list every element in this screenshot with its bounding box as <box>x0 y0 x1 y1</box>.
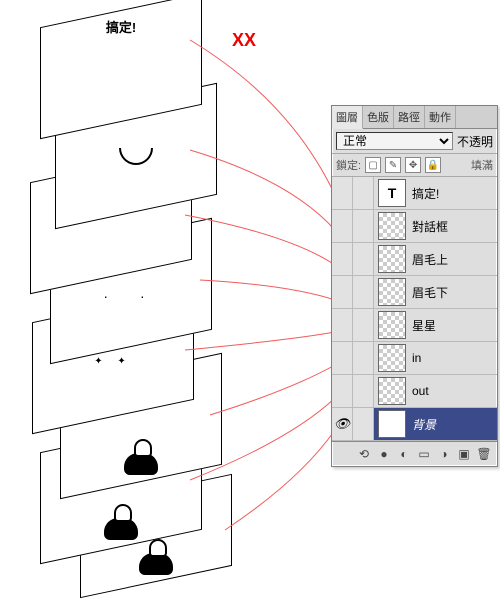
layer-row[interactable]: 星星 <box>332 309 497 342</box>
fx-icon[interactable]: ● <box>375 445 393 463</box>
panel-tabs: 圖層 色版 路徑 動作 <box>332 106 497 129</box>
layer-row[interactable]: in <box>332 342 497 375</box>
opacity-label: 不透明 <box>457 133 493 150</box>
lock-paint-icon[interactable]: ✎ <box>385 157 401 173</box>
blend-mode-select[interactable]: 正常 <box>336 132 453 150</box>
tab-channels[interactable]: 色版 <box>363 106 394 128</box>
link-column[interactable] <box>353 408 374 440</box>
layer-name[interactable]: 星星 <box>410 317 497 334</box>
layer-name[interactable]: 背景 <box>410 416 497 433</box>
layer-name[interactable]: 眉毛上 <box>410 251 497 268</box>
lock-move-icon[interactable]: ✥ <box>405 157 421 173</box>
link-column[interactable] <box>353 309 374 341</box>
visibility-toggle[interactable] <box>332 309 353 341</box>
annotation-xx: XX <box>232 30 256 51</box>
lock-transparency-icon[interactable]: ▢ <box>365 157 381 173</box>
layer-name[interactable]: 眉毛下 <box>410 284 497 301</box>
layer-thumb[interactable] <box>378 377 406 405</box>
layer-thumb[interactable]: T <box>378 179 406 207</box>
tab-layers[interactable]: 圖層 <box>332 106 363 129</box>
new-layer-icon[interactable]: ▣ <box>455 445 473 463</box>
visibility-toggle[interactable]: 👁 <box>332 408 353 440</box>
layer-name[interactable]: 對話框 <box>410 218 497 235</box>
link-column[interactable] <box>353 276 374 308</box>
tab-paths[interactable]: 路徑 <box>394 106 425 128</box>
link-column[interactable] <box>353 375 374 407</box>
layer-list: T搞定! 對話框眉毛上眉毛下星星 in out 👁 背景 <box>332 177 497 441</box>
visibility-toggle[interactable] <box>332 177 353 209</box>
layer-thumb[interactable] <box>378 212 406 240</box>
visibility-toggle[interactable] <box>332 243 353 275</box>
visibility-toggle[interactable] <box>332 375 353 407</box>
trash-icon[interactable]: 🗑 <box>475 445 493 463</box>
folder-icon[interactable]: ▭ <box>415 445 433 463</box>
lock-all-icon[interactable]: 🔒 <box>425 157 441 173</box>
visibility-toggle[interactable] <box>332 210 353 242</box>
layer-row[interactable]: out <box>332 375 497 408</box>
stack-card-text: 搞定! <box>40 0 202 139</box>
mask-icon[interactable]: ◐ <box>395 445 413 463</box>
layer-name[interactable]: in <box>410 351 497 365</box>
adjust-icon[interactable]: ◑ <box>435 445 453 463</box>
visibility-toggle[interactable] <box>332 342 353 374</box>
lock-label: 鎖定: <box>336 157 361 173</box>
layer-thumb[interactable] <box>378 278 406 306</box>
layer-name[interactable]: 搞定! <box>410 185 497 202</box>
layer-thumb[interactable] <box>378 344 406 372</box>
layer-name[interactable]: out <box>410 384 497 398</box>
layer-thumb[interactable] <box>378 410 406 438</box>
link-column[interactable] <box>353 177 374 209</box>
panel-footer: ⟲ ● ◐ ▭ ◑ ▣ 🗑 <box>332 441 497 466</box>
tab-actions[interactable]: 動作 <box>425 106 456 128</box>
layers-panel: 圖層 色版 路徑 動作 正常 不透明 鎖定: ▢ ✎ ✥ 🔒 填滿 T搞定! 對話… <box>331 105 498 467</box>
link-column[interactable] <box>353 243 374 275</box>
link-column[interactable] <box>353 210 374 242</box>
fill-label: 填滿 <box>471 157 493 173</box>
layer-thumb[interactable] <box>378 311 406 339</box>
layer-row[interactable]: 👁 背景 <box>332 408 497 441</box>
layer-row[interactable]: 眉毛上 <box>332 243 497 276</box>
layer-thumb[interactable] <box>378 245 406 273</box>
visibility-toggle[interactable] <box>332 276 353 308</box>
layer-row[interactable]: 對話框 <box>332 210 497 243</box>
link-icon[interactable]: ⟲ <box>355 445 373 463</box>
link-column[interactable] <box>353 342 374 374</box>
layer-row[interactable]: 眉毛下 <box>332 276 497 309</box>
layer-row[interactable]: T搞定! <box>332 177 497 210</box>
